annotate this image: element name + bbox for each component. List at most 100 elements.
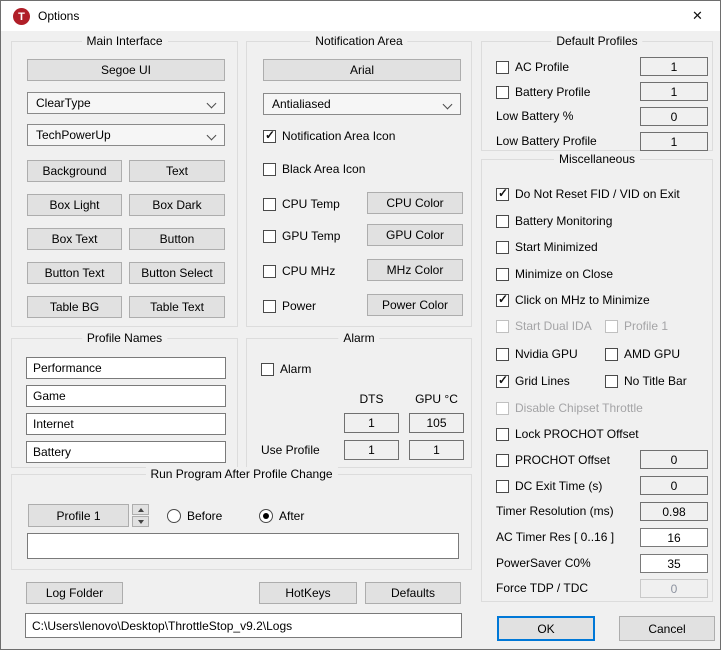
radio-icon[interactable] <box>167 509 181 523</box>
background-color-button[interactable]: Background <box>27 160 122 182</box>
button-color-button[interactable]: Button <box>129 228 225 250</box>
box-light-button[interactable]: Box Light <box>27 194 122 216</box>
use-profile-gpu-value[interactable]: 1 <box>409 440 464 460</box>
black-area-icon-checkbox-row[interactable]: Black Area Icon <box>263 161 365 177</box>
radio-icon[interactable] <box>259 509 273 523</box>
cancel-button[interactable]: Cancel <box>619 616 715 641</box>
battery-profile-checkbox-row[interactable]: Battery Profile <box>496 84 590 100</box>
box-text-button[interactable]: Box Text <box>27 228 122 250</box>
button-text-button[interactable]: Button Text <box>27 262 122 284</box>
defaults-button[interactable]: Defaults <box>365 582 461 604</box>
checkbox-icon[interactable] <box>605 375 618 388</box>
checkbox-icon[interactable] <box>496 241 509 254</box>
nvidia-gpu-checkbox-row[interactable]: Nvidia GPU <box>496 346 578 362</box>
checkbox-icon[interactable] <box>496 86 509 99</box>
run-program-command-input[interactable] <box>27 533 459 559</box>
mhz-color-button[interactable]: MHz Color <box>367 259 463 281</box>
interface-font-button[interactable]: Segoe UI <box>27 59 225 81</box>
checkbox-icon[interactable] <box>496 348 509 361</box>
checkbox-icon[interactable] <box>263 163 276 176</box>
hotkeys-button[interactable]: HotKeys <box>259 582 357 604</box>
start-minimized-checkbox-row[interactable]: Start Minimized <box>496 239 598 255</box>
checkbox-icon[interactable] <box>605 348 618 361</box>
amd-gpu-checkbox-row[interactable]: AMD GPU <box>605 346 680 362</box>
theme-dropdown[interactable]: TechPowerUp <box>27 124 225 146</box>
button-select-button[interactable]: Button Select <box>129 262 225 284</box>
font-smoothing-dropdown[interactable]: ClearType <box>27 92 225 114</box>
profile-name-1-input[interactable] <box>26 357 226 379</box>
battery-monitoring-checkbox-row[interactable]: Battery Monitoring <box>496 213 612 229</box>
checkbox-icon[interactable] <box>496 215 509 228</box>
checkbox-icon[interactable] <box>261 363 274 376</box>
spinner-up-button[interactable] <box>132 504 149 515</box>
ac-profile-value[interactable]: 1 <box>640 57 708 76</box>
log-folder-button[interactable]: Log Folder <box>26 582 123 604</box>
alarm-checkbox-row[interactable]: Alarm <box>261 361 311 377</box>
gpu-temp-checkbox-row[interactable]: GPU Temp <box>263 228 340 244</box>
profile-spinner[interactable] <box>132 504 149 527</box>
checkbox-icon[interactable] <box>496 428 509 441</box>
checkbox-icon[interactable] <box>496 454 509 467</box>
checkbox-icon[interactable] <box>263 230 276 243</box>
profile-name-3-input[interactable] <box>26 413 226 435</box>
before-radio-row[interactable]: Before <box>167 508 222 524</box>
grid-lines-checkbox-row[interactable]: Grid Lines <box>496 373 570 389</box>
checkbox-icon[interactable] <box>496 375 509 388</box>
checkbox-icon[interactable] <box>263 130 276 143</box>
table-bg-button[interactable]: Table BG <box>27 296 122 318</box>
log-path-field[interactable] <box>25 613 462 638</box>
box-dark-button[interactable]: Box Dark <box>129 194 225 216</box>
text-color-button[interactable]: Text <box>129 160 225 182</box>
checkbox-icon[interactable] <box>496 294 509 307</box>
notification-font-button[interactable]: Arial <box>263 59 461 81</box>
low-battery-pct-value[interactable]: 0 <box>640 107 708 126</box>
click-mhz-minimize-checkbox-row[interactable]: Click on MHz to Minimize <box>496 292 650 308</box>
do-not-reset-checkbox-row[interactable]: Do Not Reset FID / VID on Exit <box>496 186 680 202</box>
ok-button[interactable]: OK <box>497 616 595 641</box>
checkbox-icon[interactable] <box>496 188 509 201</box>
dropdown-value: TechPowerUp <box>36 128 111 142</box>
cpu-temp-checkbox-row[interactable]: CPU Temp <box>263 196 340 212</box>
gpu-column-header: GPU °C <box>409 392 464 406</box>
run-program-profile-button[interactable]: Profile 1 <box>28 504 129 527</box>
ac-timer-res-value[interactable]: 16 <box>640 528 708 547</box>
checkbox-icon[interactable] <box>263 300 276 313</box>
checkbox-icon[interactable] <box>263 198 276 211</box>
render-mode-dropdown[interactable]: Antialiased <box>263 93 461 115</box>
table-text-button[interactable]: Table Text <box>129 296 225 318</box>
prochot-offset-checkbox-row[interactable]: PROCHOT Offset <box>496 452 610 468</box>
alarm-gpu-value[interactable]: 105 <box>409 413 464 433</box>
powersaver-c0-value[interactable]: 35 <box>640 554 708 573</box>
checkbox-icon[interactable] <box>496 61 509 74</box>
dc-exit-time-checkbox-row[interactable]: DC Exit Time (s) <box>496 478 602 494</box>
use-profile-dts-value[interactable]: 1 <box>344 440 399 460</box>
low-battery-profile-value[interactable]: 1 <box>640 132 708 151</box>
notification-area-icon-checkbox-row[interactable]: Notification Area Icon <box>263 128 395 144</box>
dc-exit-time-value[interactable]: 0 <box>640 476 708 495</box>
checkbox-icon[interactable] <box>496 268 509 281</box>
checkbox-label: AC Profile <box>515 60 569 74</box>
after-radio-row[interactable]: After <box>259 508 304 524</box>
profile-name-4-input[interactable] <box>26 441 226 463</box>
spinner-down-button[interactable] <box>132 516 149 527</box>
cpu-mhz-checkbox-row[interactable]: CPU MHz <box>263 263 335 279</box>
lock-prochot-offset-checkbox-row[interactable]: Lock PROCHOT Offset <box>496 426 639 442</box>
close-icon: ✕ <box>692 8 703 24</box>
profile-name-2-input[interactable] <box>26 385 226 407</box>
checkbox-icon[interactable] <box>263 265 276 278</box>
checkbox-label: Profile 1 <box>624 319 668 333</box>
titlebar[interactable]: T Options ✕ <box>1 1 720 31</box>
checkbox-icon[interactable] <box>496 480 509 493</box>
gpu-color-button[interactable]: GPU Color <box>367 224 463 246</box>
power-checkbox-row[interactable]: Power <box>263 298 316 314</box>
battery-profile-value[interactable]: 1 <box>640 82 708 101</box>
group-alarm: Alarm Alarm DTS GPU °C 1 105 Use Profile… <box>246 338 472 468</box>
close-button[interactable]: ✕ <box>675 1 720 30</box>
power-color-button[interactable]: Power Color <box>367 294 463 316</box>
no-title-bar-checkbox-row[interactable]: No Title Bar <box>605 373 687 389</box>
ac-profile-checkbox-row[interactable]: AC Profile <box>496 59 569 75</box>
cpu-color-button[interactable]: CPU Color <box>367 192 463 214</box>
alarm-dts-value[interactable]: 1 <box>344 413 399 433</box>
minimize-on-close-checkbox-row[interactable]: Minimize on Close <box>496 266 613 282</box>
prochot-offset-value[interactable]: 0 <box>640 450 708 469</box>
